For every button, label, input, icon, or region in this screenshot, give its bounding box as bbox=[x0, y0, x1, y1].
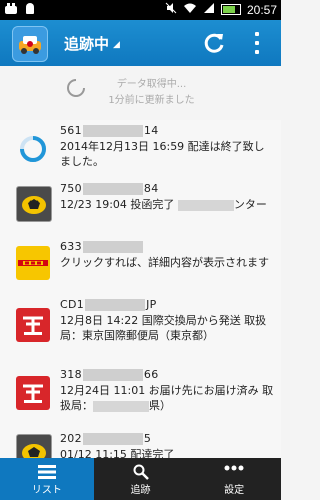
tracking-status: 2014年12月13日 16:59 配達は終了致しました。 bbox=[60, 140, 265, 168]
battery-icon bbox=[220, 4, 241, 15]
wifi-icon bbox=[183, 2, 197, 17]
japan-post-logo-icon bbox=[16, 376, 50, 410]
loading-text: データ取得中... bbox=[116, 79, 187, 90]
dropdown-caret-icon: ◢ bbox=[113, 39, 120, 50]
japan-post-logo-icon bbox=[16, 308, 50, 342]
tab-settings[interactable]: 設定 bbox=[187, 458, 281, 500]
tracking-number: 750 84 bbox=[60, 182, 159, 195]
refresh-status: データ取得中... 1分前に更新ました bbox=[0, 66, 281, 120]
dhl-logo-icon bbox=[16, 246, 50, 280]
tracking-number: 318 66 bbox=[60, 368, 159, 381]
last-updated-text: 1分前に更新ました bbox=[108, 95, 195, 106]
tab-list[interactable]: リスト bbox=[0, 458, 94, 500]
status-bar: 20:57 bbox=[0, 0, 281, 20]
overflow-menu-icon[interactable] bbox=[252, 32, 262, 54]
tracking-item[interactable]: 750 84 12/23 19:04 投函完了 ンター bbox=[0, 178, 281, 237]
tracking-item[interactable]: CD1 JP 12月8日 14:22 国際交換局から発送 取扱局：東京国際郵便局（… bbox=[0, 294, 281, 365]
tracking-status: 12/23 19:04 投函完了 ンター bbox=[60, 198, 267, 211]
tracking-item[interactable]: 561 14 2014年12月13日 16:59 配達は終了致しました。 bbox=[0, 120, 281, 179]
tracking-number: 202 5 bbox=[60, 432, 152, 445]
action-bar: 追跡中 ◢ bbox=[0, 20, 281, 66]
clock: 20:57 bbox=[246, 2, 277, 17]
tab-track[interactable]: 追跡 bbox=[94, 458, 188, 500]
notification-icon bbox=[4, 3, 18, 18]
more-icon bbox=[224, 464, 244, 475]
yamato-logo-icon bbox=[16, 186, 52, 222]
tab-track-label: 追跡 bbox=[130, 485, 151, 496]
tracking-number: 633 bbox=[60, 240, 144, 253]
app-logo-icon[interactable] bbox=[12, 26, 48, 62]
tracking-status: 12月8日 14:22 国際交換局から発送 取扱局：東京国際郵便局（東京都） bbox=[60, 314, 267, 342]
tracking-item[interactable]: 318 66 12月24日 11:01 お届け先にお届け済み 取扱局： 県） bbox=[0, 364, 281, 429]
tracking-item[interactable]: 633 クリックすれば、詳細内容が表示されます bbox=[0, 236, 281, 295]
tracking-status: クリックすれば、詳細内容が表示されます bbox=[60, 256, 269, 269]
search-icon bbox=[133, 464, 149, 483]
page-title: 追跡中 bbox=[64, 35, 110, 53]
bottom-navigation: リスト 追跡 設定 bbox=[0, 458, 281, 500]
signal-icon bbox=[203, 2, 215, 17]
android-icon bbox=[24, 3, 36, 18]
list-icon bbox=[37, 464, 56, 483]
tracking-number: 561 14 bbox=[60, 124, 159, 137]
tracking-filter-dropdown[interactable]: 追跡中 ◢ bbox=[64, 33, 120, 54]
tab-settings-label: 設定 bbox=[224, 485, 245, 496]
tab-list-label: リスト bbox=[31, 485, 62, 496]
progress-spinner-icon bbox=[16, 132, 50, 166]
tracking-number: CD1 JP bbox=[60, 298, 157, 311]
tracking-status: 12月24日 11:01 お届け先にお届け済み 取扱局： 県） bbox=[60, 384, 274, 412]
mute-icon bbox=[165, 2, 177, 17]
refresh-icon[interactable] bbox=[202, 31, 226, 55]
